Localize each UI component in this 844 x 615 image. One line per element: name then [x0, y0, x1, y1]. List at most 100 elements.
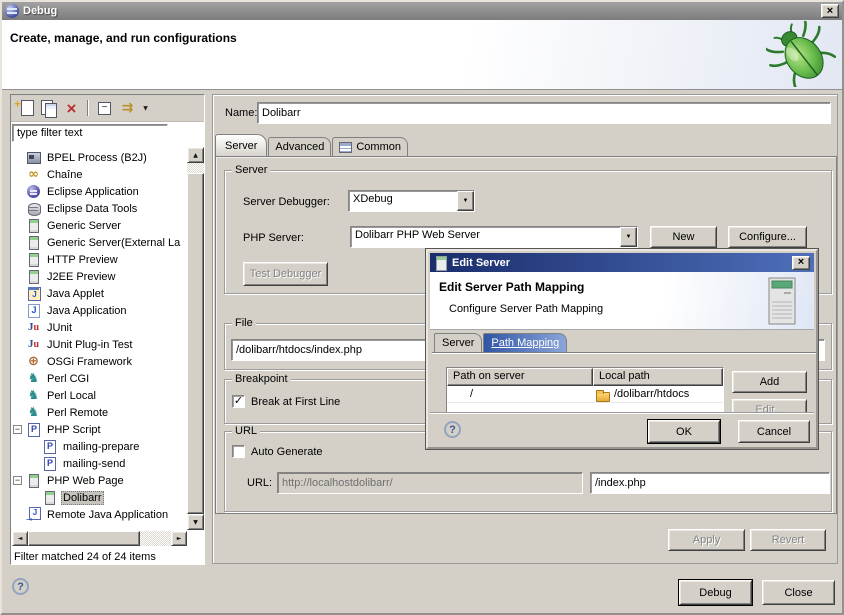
tree-item-remote-java-application[interactable]: Remote Java Application	[12, 506, 187, 523]
edit-mapping-button[interactable]: Edit...	[732, 399, 807, 412]
perl-icon	[26, 388, 41, 403]
tree-item-perl-cgi[interactable]: Perl CGI	[12, 370, 187, 387]
tree-item-osgi-framework[interactable]: OSGi Framework	[12, 353, 187, 370]
header-banner: Create, manage, and run configurations	[2, 20, 842, 90]
tree-item-java-application[interactable]: Java Application	[12, 302, 187, 319]
ok-button[interactable]: OK	[648, 420, 720, 443]
scroll-down-button[interactable]: ▼	[187, 514, 204, 530]
tree-item-label: Remote Java Application	[45, 509, 170, 521]
tree-item-junit-plug-in-test[interactable]: JUnit Plug-in Test	[12, 336, 187, 353]
perl-icon	[26, 371, 41, 386]
scroll-left-button[interactable]: ◄	[12, 531, 28, 546]
add-mapping-button[interactable]: Add	[732, 371, 807, 393]
tab-path-mapping[interactable]: Path Mapping	[483, 333, 567, 352]
delete-icon[interactable]	[60, 98, 83, 118]
column-header-path-on-server[interactable]: Path on server	[447, 368, 593, 386]
tree-item-j2ee-preview[interactable]: J2EE Preview	[12, 268, 187, 285]
php-server-select[interactable]: Dolibarr PHP Web Server ▼	[350, 226, 638, 248]
dialog-tabs: ServerPath Mapping	[434, 333, 568, 352]
vertical-scroll-thumb[interactable]	[187, 173, 204, 514]
tree-item-mailing-send[interactable]: mailing-send	[12, 455, 187, 472]
break-at-first-line-checkbox[interactable]: ✓	[232, 395, 245, 408]
junit-plugin-icon	[26, 337, 41, 352]
breakpoint-group-label: Breakpoint	[232, 373, 291, 385]
tree-item-eclipse-application[interactable]: Eclipse Application	[12, 183, 187, 200]
dropdown-arrow-icon[interactable]	[139, 98, 152, 118]
tree-item-php-script[interactable]: − PHP Script	[12, 421, 187, 438]
tree-horizontal-scrollbar[interactable]: ◄ ►	[12, 531, 187, 546]
new-server-button[interactable]: New	[650, 226, 717, 248]
launch-toolbar	[11, 95, 204, 122]
tree-item-junit[interactable]: JUnit	[12, 319, 187, 336]
path-mapping-table: Path on serverLocal path //dolibarr/htdo…	[446, 367, 724, 412]
scroll-up-button[interactable]: ▲	[187, 147, 204, 163]
debug-button[interactable]: Debug	[679, 580, 752, 605]
cancel-button[interactable]: Cancel	[738, 420, 810, 443]
tree-item-mailing-prepare[interactable]: mailing-prepare	[12, 438, 187, 455]
mapping-row[interactable]: //dolibarr/htdocs	[447, 386, 723, 403]
tab-advanced[interactable]: Advanced	[268, 137, 331, 156]
tree-item-label: Perl CGI	[45, 373, 91, 385]
server-icon	[434, 255, 447, 270]
titlebar: Debug ×	[2, 2, 842, 20]
horizontal-scroll-thumb[interactable]	[28, 531, 140, 546]
server-tower-graphic	[764, 276, 800, 326]
window-close-button[interactable]: ×	[821, 4, 839, 18]
new-config-icon[interactable]	[14, 98, 37, 118]
tree-item-dolibarr[interactable]: Dolibarr	[12, 489, 187, 506]
revert-button[interactable]: Revert	[750, 529, 826, 551]
tree-item-php-web-page[interactable]: −PHP Web Page	[12, 472, 187, 489]
tree-expander-icon[interactable]: −	[13, 425, 22, 434]
dialog-close-button[interactable]: ×	[792, 256, 810, 270]
dialog-header-title: Edit Server Path Mapping	[439, 280, 584, 294]
configure-server-button[interactable]: Configure...	[728, 226, 807, 248]
column-header-local-path[interactable]: Local path	[593, 368, 723, 386]
tree-item-bpel-process-b2j[interactable]: BPEL Process (B2J)	[12, 149, 187, 166]
eclipse-application-icon	[26, 184, 41, 199]
tree-item-perl-local[interactable]: Perl Local	[12, 387, 187, 404]
tab-server[interactable]: Server	[434, 333, 482, 352]
tree-item-label: PHP Script	[45, 424, 103, 436]
tree-item-generic-server[interactable]: Generic Server	[12, 217, 187, 234]
tree-vertical-scrollbar[interactable]: ▲ ▼	[187, 147, 204, 530]
filter-status: Filter matched 24 of 24 items	[14, 551, 156, 563]
collapse-all-icon[interactable]	[93, 98, 116, 118]
tree-expander-icon[interactable]: −	[13, 476, 22, 485]
tree-item-perl-remote[interactable]: Perl Remote	[12, 404, 187, 421]
filter-icon[interactable]	[116, 98, 139, 118]
chevron-down-icon[interactable]: ▼	[457, 191, 474, 211]
url-group-label: URL	[232, 425, 260, 437]
server-debugger-select[interactable]: XDebug ▼	[348, 190, 475, 212]
tree-item-java-applet[interactable]: Java Applet	[12, 285, 187, 302]
config-tree: BPEL Process (B2J)ChaîneEclipse Applicat…	[12, 146, 187, 530]
filter-input[interactable]	[12, 124, 168, 142]
name-label: Name:	[225, 107, 257, 119]
tab-common[interactable]: Common	[332, 137, 408, 156]
duplicate-icon[interactable]	[37, 98, 60, 118]
server-icon	[26, 235, 41, 250]
chevron-down-icon[interactable]: ▼	[620, 227, 637, 247]
auto-generate-checkbox[interactable]	[232, 445, 245, 458]
tree-item-generic-server-external-la[interactable]: Generic Server(External La	[12, 234, 187, 251]
help-icon[interactable]: ?	[12, 578, 29, 595]
tree-item-http-preview[interactable]: HTTP Preview	[12, 251, 187, 268]
apply-button[interactable]: Apply	[668, 529, 745, 551]
toolbar-separator	[87, 100, 89, 116]
launch-config-panel: BPEL Process (B2J)ChaîneEclipse Applicat…	[10, 94, 205, 565]
window-title: Debug	[23, 5, 57, 17]
folder-icon	[595, 387, 610, 402]
chain-icon	[26, 167, 41, 182]
php-icon	[42, 439, 57, 454]
tree-item-label: Eclipse Data Tools	[45, 203, 139, 215]
tree-item-cha-ne[interactable]: Chaîne	[12, 166, 187, 183]
tab-server[interactable]: Server	[215, 134, 267, 156]
dialog-help-icon[interactable]: ?	[444, 421, 461, 438]
test-debugger-button[interactable]: Test Debugger	[243, 262, 328, 286]
scroll-right-button[interactable]: ►	[171, 531, 187, 546]
url-path-input[interactable]	[590, 472, 830, 494]
name-input[interactable]	[257, 102, 831, 124]
server-group-label: Server	[232, 164, 270, 176]
table-header-row: Path on serverLocal path	[447, 368, 723, 386]
tree-item-eclipse-data-tools[interactable]: Eclipse Data Tools	[12, 200, 187, 217]
close-button[interactable]: Close	[762, 580, 835, 605]
